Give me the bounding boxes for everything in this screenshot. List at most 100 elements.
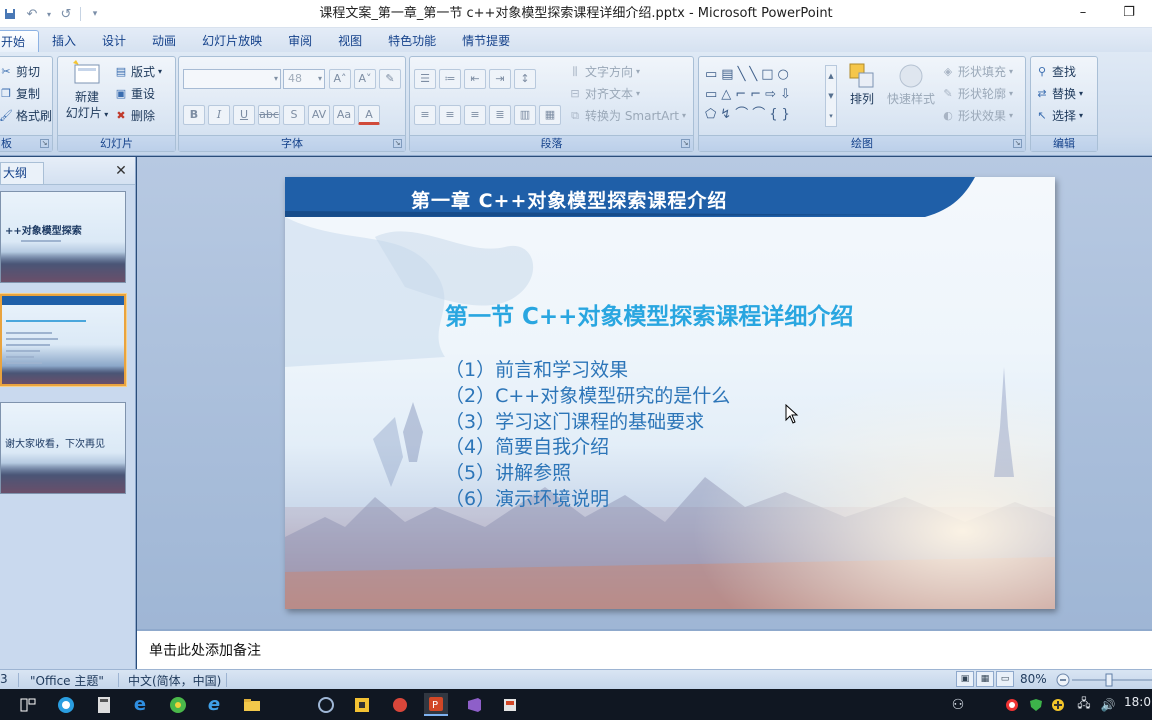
line-spacing-icon[interactable]: ↕ [514, 69, 536, 89]
app-yellow-icon[interactable] [350, 693, 374, 716]
bullets-icon[interactable]: ☰ [414, 69, 436, 89]
layout-button[interactable]: ▤ 版式 ▾ [114, 63, 162, 80]
shape-outline-button[interactable]: ✎ 形状轮廓 ▾ [941, 85, 1013, 102]
file-explorer-icon[interactable] [240, 693, 264, 716]
tab-design[interactable]: 设计 [89, 30, 139, 52]
slide-thumbnail-3[interactable]: 谢大家收看，下次再见 [0, 402, 126, 494]
quick-styles-button[interactable]: 快速样式 [885, 61, 937, 107]
numbering-icon[interactable]: ≔ [439, 69, 461, 89]
customize-icon[interactable]: ▾ [85, 5, 105, 23]
align-text-button[interactable]: ⊟ 对齐文本 ▾ [568, 85, 640, 102]
visual-studio-icon[interactable] [462, 693, 486, 716]
volume-icon[interactable]: 🔊 [1096, 693, 1120, 716]
undo-icon[interactable]: ↶ [22, 5, 42, 23]
reset-button[interactable]: ▣ 重设 [114, 85, 155, 102]
delete-slide-button[interactable]: ✖ 删除 [114, 107, 155, 124]
shield-icon[interactable] [1024, 693, 1048, 716]
tray-plus-icon[interactable] [1046, 693, 1070, 716]
increase-indent-icon[interactable]: ⇥ [489, 69, 511, 89]
slideshow-icon[interactable]: ▭ [996, 671, 1014, 687]
grow-font-icon[interactable]: A˄ [329, 69, 351, 89]
shape-fill-button[interactable]: ◈ 形状填充 ▾ [941, 63, 1013, 80]
tab-special-features[interactable]: 特色功能 [375, 30, 449, 52]
align-right-icon[interactable]: ≡ [464, 105, 486, 125]
redo-icon[interactable]: ↺ [56, 5, 76, 23]
distribute-icon[interactable]: ▥ [514, 105, 536, 125]
tab-slideshow[interactable]: 幻灯片放映 [189, 30, 275, 52]
italic-icon[interactable]: I [208, 105, 230, 125]
tab-outline[interactable]: 大纲 [0, 162, 44, 184]
arrange-button[interactable]: 排列 [843, 61, 881, 107]
zoom-level[interactable]: 80% [1020, 672, 1047, 686]
dialog-launcher-icon[interactable]: ↘ [1013, 139, 1022, 148]
text-direction-label: 文字方向 [585, 65, 634, 79]
network-app-icon[interactable] [314, 693, 338, 716]
replace-button[interactable]: ⇄ 替换 ▾ [1035, 85, 1083, 102]
task-view-icon[interactable] [16, 693, 40, 716]
columns-icon[interactable]: ▦ [539, 105, 561, 125]
save-icon[interactable] [0, 5, 20, 23]
gallery-scroll[interactable]: ▲ ▼ ▾ [825, 65, 837, 127]
restore-button[interactable]: ❐ [1106, 0, 1152, 28]
clock[interactable]: 18:0 [1124, 695, 1151, 709]
zoom-slider[interactable] [1056, 673, 1152, 687]
decrease-indent-icon[interactable]: ⇤ [464, 69, 486, 89]
align-left-icon[interactable]: ≡ [414, 105, 436, 125]
language-indicator[interactable]: 中文(简体，中国) [128, 672, 221, 689]
slides-group-label: 幻灯片 [58, 135, 175, 151]
calculator-icon[interactable] [92, 693, 116, 716]
notes-pane[interactable]: 单击此处添加备注 [137, 629, 1152, 669]
cut-button[interactable]: ✂ 剪切 [0, 63, 40, 80]
app-red-icon[interactable] [388, 693, 412, 716]
edge-browser-icon[interactable]: e [128, 693, 152, 716]
current-slide[interactable]: 第一章 C++对象模型探索课程介绍 第一节 C++对象模型探索课程详细介绍 （1… [285, 177, 1055, 609]
tab-animations[interactable]: 动画 [139, 30, 189, 52]
char-spacing-icon[interactable]: AV [308, 105, 330, 125]
slide-thumbnail-1[interactable]: ++对象模型探索 [0, 191, 126, 283]
minimize-button[interactable]: – [1060, 0, 1106, 28]
new-slide-button[interactable]: 新建 幻灯片 ▾ [62, 59, 112, 123]
clear-format-icon[interactable]: ✎ [379, 69, 401, 89]
slide-thumbnail-2[interactable] [0, 294, 126, 386]
align-center-icon[interactable]: ≡ [439, 105, 461, 125]
justify-icon[interactable]: ≣ [489, 105, 511, 125]
browser-360-icon[interactable] [54, 693, 78, 716]
font-size-combo[interactable]: 48 ▾ [283, 69, 325, 89]
format-painter-button[interactable]: 🖌 格式刷 [0, 107, 52, 124]
new-slide-icon [72, 59, 102, 87]
dialog-launcher-icon[interactable]: ↘ [681, 139, 690, 148]
shape-effects-button[interactable]: ◐ 形状效果 ▾ [941, 107, 1013, 124]
bold-icon[interactable]: B [183, 105, 205, 125]
tab-insert[interactable]: 插入 [39, 30, 89, 52]
normal-view-icon[interactable]: ▣ [956, 671, 974, 687]
shrink-font-icon[interactable]: A˅ [354, 69, 376, 89]
text-direction-button[interactable]: ⫼ 文字方向 ▾ [568, 63, 640, 80]
tab-home[interactable]: 开始 [0, 30, 40, 52]
font-name-combo[interactable]: ▾ [183, 69, 281, 89]
powerpoint-icon[interactable]: P [424, 693, 448, 716]
tray-red-icon[interactable] [1000, 693, 1024, 716]
tab-review[interactable]: 审阅 [275, 30, 325, 52]
shadow-icon[interactable]: S [283, 105, 305, 125]
font-color-icon[interactable]: A [358, 105, 380, 125]
copy-button[interactable]: ❐ 复制 [0, 85, 40, 102]
dialog-launcher-icon[interactable]: ↘ [40, 139, 49, 148]
change-case-icon[interactable]: Aa [333, 105, 355, 125]
strikethrough-icon[interactable]: abc [258, 105, 280, 125]
internet-explorer-icon[interactable]: e [202, 693, 226, 716]
convert-smartart-button[interactable]: ⧉ 转换为 SmartArt ▾ [568, 107, 686, 124]
dialog-launcher-icon[interactable]: ↘ [393, 139, 402, 148]
select-button[interactable]: ↖ 选择 ▾ [1035, 107, 1083, 124]
find-button[interactable]: ⚲ 查找 [1035, 63, 1076, 80]
app-office-icon[interactable] [498, 693, 522, 716]
shapes-gallery[interactable]: ▭▤╲╲□○ ▭△⌐⌐⇨⇩ ⬠↯⌒⌒{} [705, 65, 837, 127]
tab-view[interactable]: 视图 [325, 30, 375, 52]
dropdown-arrow-icon[interactable]: ▾ [44, 5, 54, 23]
network-icon[interactable]: 🖧 [1072, 693, 1096, 716]
slide-sorter-icon[interactable]: ▦ [976, 671, 994, 687]
underline-icon[interactable]: U [233, 105, 255, 125]
people-icon[interactable]: ⚇ [946, 693, 970, 716]
close-icon[interactable]: ✕ [113, 163, 129, 179]
tab-storyboard[interactable]: 情节提要 [449, 30, 523, 52]
browser-green-icon[interactable] [166, 693, 190, 716]
